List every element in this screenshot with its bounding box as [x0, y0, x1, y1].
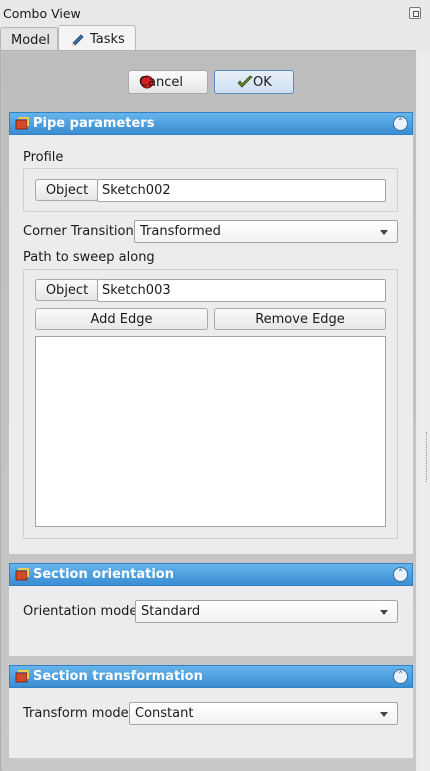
- pipe-parameters-body: Profile Object Corner Transition Transfo…: [9, 135, 413, 554]
- corner-transition-value: Transformed: [140, 224, 221, 239]
- path-field[interactable]: [97, 279, 386, 302]
- pipe-parameters-title: Pipe parameters: [33, 116, 155, 131]
- section-orientation-header[interactable]: Section orientation ˄: [9, 563, 413, 586]
- section-orientation-section: Section orientation ˄ Orientation mode S…: [9, 563, 413, 656]
- pipe-icon: [14, 669, 30, 689]
- dropdown-arrow-icon: [380, 230, 388, 235]
- section-transformation-header[interactable]: Section transformation ˄: [9, 665, 413, 688]
- dropdown-arrow-icon: [380, 712, 388, 717]
- remove-edge-button[interactable]: Remove Edge: [214, 308, 386, 330]
- path-object-button[interactable]: Object: [35, 279, 99, 301]
- pipe-parameters-section: Pipe parameters ˄ Profile Object Corner …: [9, 112, 413, 554]
- tab-model[interactable]: Model: [0, 27, 58, 52]
- ok-label: OK: [253, 75, 272, 90]
- ok-button[interactable]: OK: [214, 70, 294, 94]
- orientation-mode-label: Orientation mode: [23, 604, 138, 619]
- float-icon[interactable]: [409, 7, 421, 19]
- orientation-mode-select[interactable]: Standard: [135, 600, 398, 623]
- section-transformation-body: Transform mode Constant: [9, 688, 413, 758]
- corner-transition-label: Corner Transition: [23, 224, 134, 239]
- remove-edge-label: Remove Edge: [255, 311, 345, 327]
- window-title: Combo View: [3, 6, 81, 21]
- tab-tasks-label: Tasks: [90, 32, 125, 47]
- section-orientation-body: Orientation mode Standard: [9, 586, 413, 656]
- tab-bar: Model Tasks: [0, 24, 430, 52]
- path-label: Path to sweep along: [23, 250, 155, 265]
- profile-field[interactable]: [97, 179, 386, 202]
- collapse-icon[interactable]: ˄: [393, 669, 408, 684]
- transform-mode-label: Transform mode: [23, 706, 129, 721]
- pipe-icon: [14, 116, 30, 136]
- profile-object-button[interactable]: Object: [35, 179, 99, 201]
- splitter-handle[interactable]: [418, 52, 430, 771]
- path-object-label: Object: [45, 282, 89, 298]
- pencil-icon: [70, 32, 86, 50]
- section-orientation-title: Section orientation: [33, 567, 174, 582]
- combo-view-titlebar: Combo View: [0, 0, 430, 24]
- pipe-icon: [14, 567, 30, 587]
- tab-model-label: Model: [11, 33, 51, 48]
- transform-mode-value: Constant: [135, 706, 194, 721]
- transform-mode-select[interactable]: Constant: [129, 702, 398, 725]
- dropdown-arrow-icon: [380, 610, 388, 615]
- add-edge-label: Add Edge: [90, 311, 153, 327]
- section-transformation-section: Section transformation ˄ Transform mode …: [9, 665, 413, 758]
- orientation-mode-value: Standard: [141, 604, 201, 619]
- corner-transition-select[interactable]: Transformed: [134, 220, 398, 243]
- profile-object-label: Object: [45, 182, 89, 198]
- cancel-button[interactable]: Cancel: [128, 70, 208, 94]
- tab-tasks[interactable]: Tasks: [58, 25, 136, 52]
- section-transformation-title: Section transformation: [33, 669, 203, 684]
- edge-list[interactable]: [35, 336, 386, 527]
- collapse-icon[interactable]: ˄: [393, 567, 408, 582]
- collapse-icon[interactable]: ˄: [393, 116, 408, 131]
- profile-label: Profile: [23, 150, 64, 165]
- pipe-parameters-header[interactable]: Pipe parameters ˄: [9, 112, 413, 135]
- cancel-label: Cancel: [139, 75, 184, 90]
- ok-icon: [237, 75, 253, 93]
- add-edge-button[interactable]: Add Edge: [35, 308, 208, 330]
